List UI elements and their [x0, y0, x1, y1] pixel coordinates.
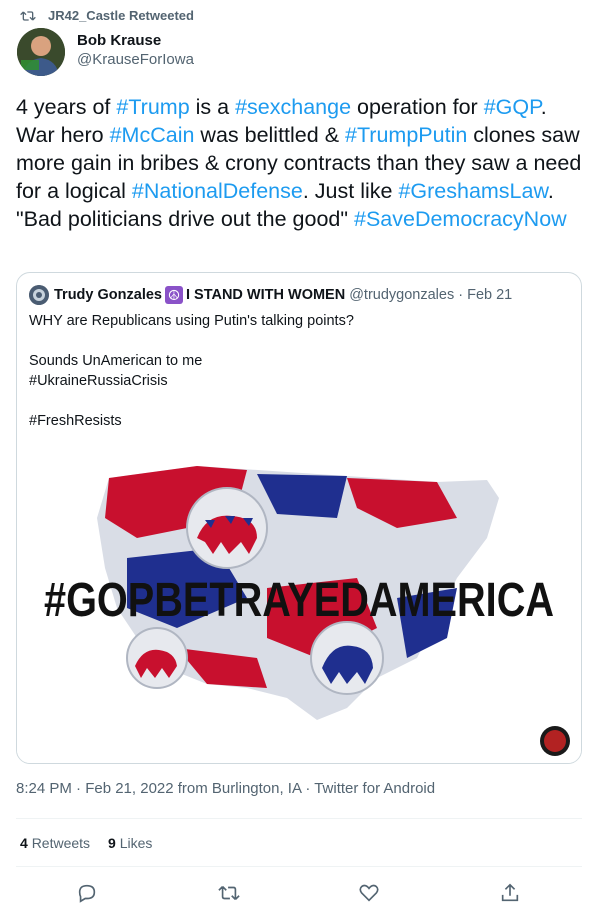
quoted-line [29, 331, 354, 351]
likes-label: Likes [119, 835, 153, 851]
quoted-line [29, 391, 354, 411]
tweet-text: 4 years of #Trump is a #sexchange operat… [16, 93, 586, 233]
author-handle[interactable]: @KrauseForIowa [77, 51, 194, 68]
text-fragment: was belittled & [194, 123, 346, 147]
text-fragment: . Just like [302, 179, 399, 203]
quoted-line: WHY are Republicans using Putin's talkin… [29, 313, 354, 329]
quoted-avatar [29, 285, 49, 305]
likes-stat[interactable]: 9 Likes [108, 835, 152, 851]
quoted-author-name: Trudy Gonzales [54, 287, 162, 303]
quoted-line: #UkraineRussiaCrisis [29, 373, 168, 389]
hashtag-nationaldefense[interactable]: #NationalDefense [132, 179, 303, 203]
quoted-image[interactable]: #GOPBETRAYEDAMERICA [17, 458, 581, 763]
quoted-header: Trudy Gonzales ☮ I STAND WITH WOMEN @tru… [29, 285, 512, 305]
hashtag-greshamslaw[interactable]: #GreshamsLaw [398, 179, 547, 203]
retweets-stat[interactable]: 4 Retweets [20, 835, 90, 851]
quoted-line: Sounds UnAmerican to me [29, 353, 203, 369]
hashtag-savedemocracynow[interactable]: #SaveDemocracyNow [354, 207, 567, 231]
quoted-author-name-suffix: I STAND WITH WOMEN [185, 287, 346, 303]
tweet-metadata[interactable]: 8:24 PM · Feb 21, 2022 from Burlington, … [16, 780, 435, 797]
quoted-tweet[interactable]: Trudy Gonzales ☮ I STAND WITH WOMEN @tru… [16, 272, 582, 764]
hashtag-mccain[interactable]: #McCain [110, 123, 195, 147]
hashtag-trump[interactable]: #Trump [116, 95, 189, 119]
share-icon[interactable] [499, 882, 521, 904]
tweet-author: Bob Krause @KrauseForIowa [17, 28, 194, 76]
retweet-icon[interactable] [218, 882, 240, 904]
action-bar [0, 880, 598, 908]
reply-icon[interactable] [76, 882, 98, 904]
text-fragment: is a [189, 95, 236, 119]
text-fragment: 4 years of [16, 95, 117, 119]
quoted-image-text: #GOPBETRAYEDAMERICA [44, 574, 554, 627]
quoted-line: #FreshResists [29, 413, 122, 429]
likes-count: 9 [108, 835, 116, 851]
author-name[interactable]: Bob Krause [77, 32, 194, 49]
peace-icon: ☮ [164, 286, 183, 304]
hashtag-gqp[interactable]: #GQP [484, 95, 541, 119]
hashtag-trumpputin[interactable]: #TrumpPutin [345, 123, 467, 147]
retweet-icon [20, 10, 36, 21]
retweeter-label: JR42_Castle Retweeted [48, 8, 194, 23]
retweets-count: 4 [20, 835, 28, 851]
heart-icon[interactable] [358, 882, 380, 904]
text-fragment: operation for [351, 95, 484, 119]
retweet-indicator[interactable]: JR42_Castle Retweeted [20, 8, 194, 23]
retweets-label: Retweets [31, 835, 91, 851]
divider [16, 866, 582, 867]
avatar[interactable] [17, 28, 65, 76]
tweet-stats: 4 Retweets 9 Likes [20, 835, 152, 851]
hashtag-sexchange[interactable]: #sexchange [235, 95, 351, 119]
quoted-handle-date: @trudygonzales · Feb 21 [349, 287, 513, 303]
divider [16, 818, 582, 819]
quoted-text: WHY are Republicans using Putin's talkin… [29, 311, 354, 431]
